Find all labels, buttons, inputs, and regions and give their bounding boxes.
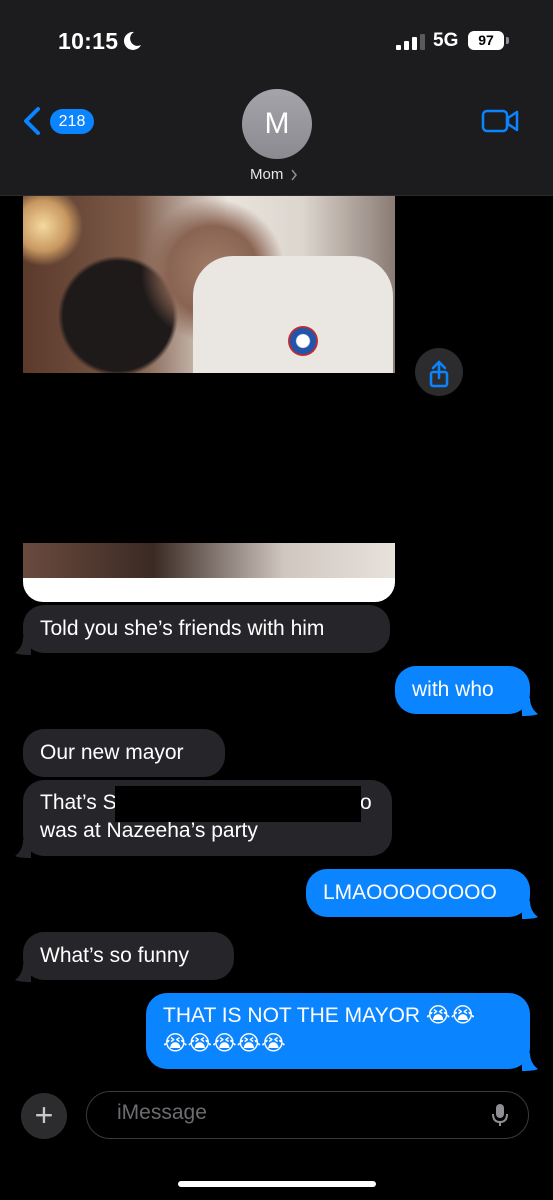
bubble-tail	[15, 964, 31, 982]
message-input-placeholder: iMessage	[117, 1101, 207, 1124]
message-outgoing[interactable]: LMAOOOOOOOO	[306, 869, 530, 917]
avatar[interactable]: M	[242, 89, 312, 159]
message-text: Told you she’s friends with him	[40, 617, 325, 640]
video-call-icon[interactable]	[481, 108, 519, 134]
message-text: Our new mayor	[40, 741, 184, 764]
unread-count-badge[interactable]: 218	[50, 109, 94, 134]
photo-redaction	[23, 373, 395, 543]
message-text: What’s so funny	[40, 944, 190, 967]
bubble-tail	[522, 1053, 538, 1071]
redaction-box	[115, 786, 361, 822]
battery-level: 97	[468, 31, 504, 50]
photo-pin	[288, 326, 318, 356]
plus-icon: +	[34, 1097, 54, 1133]
home-indicator	[178, 1181, 376, 1187]
message-outgoing[interactable]: THAT IS NOT THE MAYOR 😭😭 😭😭😭😭😭	[146, 993, 530, 1069]
photo-footer-bar	[23, 578, 395, 602]
moon-icon	[123, 31, 141, 50]
network-type: 5G	[433, 30, 459, 51]
microphone-icon[interactable]	[492, 1103, 508, 1127]
photo-shirt	[193, 256, 393, 373]
bubble-tail	[15, 840, 31, 858]
share-icon	[429, 360, 449, 388]
message-text: with who	[412, 678, 494, 701]
message-text-line1: THAT IS NOT THE MAYOR 😭😭	[163, 1004, 475, 1027]
message-text-line2: 😭😭😭😭😭	[163, 1032, 286, 1055]
photo-image-lower	[23, 543, 395, 578]
bubble-tail	[522, 901, 538, 919]
message-outgoing[interactable]: with who	[395, 666, 530, 714]
battery-tip	[506, 37, 509, 44]
message-text-fragment: o	[360, 791, 372, 814]
back-chevron-icon[interactable]	[22, 106, 42, 136]
bubble-tail	[522, 698, 538, 716]
message-text: LMAOOOOOOOO	[323, 881, 497, 904]
apps-plus-button[interactable]: +	[21, 1093, 67, 1139]
message-incoming[interactable]: Our new mayor	[23, 729, 225, 777]
status-time: 10:15	[58, 28, 119, 54]
message-incoming[interactable]: What’s so funny	[23, 932, 234, 980]
contact-name[interactable]: Mom	[250, 166, 283, 183]
chevron-right-icon	[291, 169, 297, 181]
signal-icon	[396, 34, 425, 50]
share-button[interactable]	[415, 348, 463, 396]
photo-image	[23, 196, 395, 373]
message-incoming[interactable]: Told you she’s friends with him	[23, 605, 390, 653]
shared-photo[interactable]	[23, 196, 395, 602]
bubble-tail	[15, 637, 31, 655]
